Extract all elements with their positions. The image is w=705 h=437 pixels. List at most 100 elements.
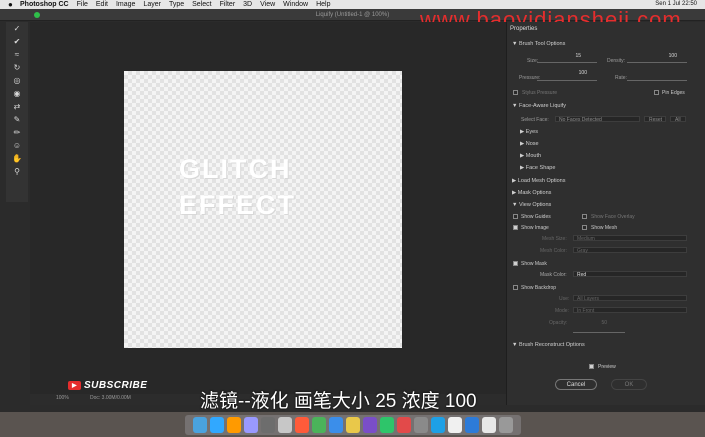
density-label: Density:: [607, 58, 626, 64]
rate-slider[interactable]: [627, 80, 687, 81]
photoshop-icon[interactable]: [209, 416, 224, 433]
section-face-shape[interactable]: ▶ Face Shape: [520, 165, 555, 171]
notes-icon[interactable]: [345, 416, 360, 433]
mask-color-value: Red: [577, 272, 587, 278]
show-image-checkbox[interactable]: [513, 225, 518, 230]
trash-icon[interactable]: [498, 416, 513, 433]
section-mask-options[interactable]: ▶ Mask Options: [512, 190, 551, 196]
app-icon-7[interactable]: [447, 416, 462, 433]
density-slider[interactable]: [627, 62, 687, 63]
canvas-text-line2: EFFECT: [179, 190, 296, 220]
mask-color-dropdown[interactable]: [573, 271, 687, 277]
pucker-icon[interactable]: ◎: [6, 74, 28, 87]
section-brush-tool-options-label: Brush Tool Options: [518, 41, 566, 47]
menu-app-name[interactable]: Photoshop CC: [20, 0, 69, 9]
app-icon-9[interactable]: [481, 416, 496, 433]
section-view-options[interactable]: ▼ View Options: [512, 202, 551, 208]
menu-select[interactable]: Select: [192, 0, 211, 9]
canvas-area[interactable]: GLITCH EFFECT: [30, 22, 506, 394]
app-icon-5[interactable]: [413, 416, 428, 433]
menu-view[interactable]: View: [260, 0, 275, 9]
ok-button[interactable]: OK: [611, 379, 647, 390]
menu-window[interactable]: Window: [283, 0, 308, 9]
mesh-color-dropdown[interactable]: [573, 247, 687, 253]
pin-edges-checkbox[interactable]: [654, 90, 659, 95]
menu-layer[interactable]: Layer: [143, 0, 161, 9]
show-face-overlay-checkbox[interactable]: [582, 214, 587, 219]
menu-3d[interactable]: 3D: [243, 0, 252, 9]
finder-icon[interactable]: [192, 416, 207, 433]
premiere-icon[interactable]: [243, 416, 258, 433]
app-icon-6[interactable]: [430, 416, 445, 433]
app-icon-8[interactable]: [464, 416, 479, 433]
menu-edit[interactable]: Edit: [96, 0, 108, 9]
safari-icon[interactable]: [328, 416, 343, 433]
app-icon-1[interactable]: [294, 416, 309, 433]
subscribe-badge: ▶ SUBSCRIBE: [68, 380, 147, 391]
freeze-mask-icon[interactable]: ✎: [6, 113, 28, 126]
section-eyes[interactable]: ▶ Eyes: [520, 129, 538, 135]
stylus-pressure-checkbox[interactable]: [513, 90, 518, 95]
section-mask-options-label: Mask Options: [517, 190, 552, 196]
menu-help[interactable]: Help: [316, 0, 330, 9]
size-value[interactable]: 15: [561, 53, 581, 59]
illustrator-icon[interactable]: [226, 416, 241, 433]
opacity-value[interactable]: 50: [587, 320, 607, 326]
face-tool-icon[interactable]: ☺: [6, 139, 28, 152]
density-value[interactable]: 100: [657, 53, 677, 59]
apple-icon[interactable]: ●: [8, 0, 16, 9]
menu-image[interactable]: Image: [116, 0, 135, 9]
show-mask-checkbox[interactable]: [513, 261, 518, 266]
thaw-mask-icon[interactable]: ✏: [6, 126, 28, 139]
show-mesh-checkbox[interactable]: [582, 225, 587, 230]
use-value: All Layers: [577, 296, 599, 302]
stylus-pressure-label: Stylus Pressure: [522, 90, 558, 96]
size-slider[interactable]: [537, 62, 597, 63]
twirl-icon[interactable]: ↻: [6, 61, 28, 74]
cancel-button[interactable]: Cancel: [555, 379, 597, 390]
section-view-options-label: View Options: [518, 202, 552, 208]
forward-warp-icon[interactable]: ✓: [6, 22, 28, 35]
section-brush-reconstruct[interactable]: ▼ Brush Reconstruct Options: [512, 342, 585, 348]
zoom-level[interactable]: 100%: [56, 395, 69, 401]
preview-checkbox[interactable]: [589, 364, 594, 369]
pressure-slider[interactable]: [537, 80, 597, 81]
app-icon-4[interactable]: [396, 416, 411, 433]
pin-edges-label: Pin Edges: [662, 90, 685, 96]
zoom-window-icon[interactable]: [34, 12, 40, 18]
menu-type[interactable]: Type: [169, 0, 184, 9]
smooth-icon[interactable]: ≈: [6, 48, 28, 61]
document-canvas[interactable]: GLITCH EFFECT: [124, 71, 402, 348]
section-brush-reconstruct-label: Brush Reconstruct Options: [518, 342, 585, 348]
push-left-icon[interactable]: ⇄: [6, 100, 28, 113]
section-load-mesh[interactable]: ▶ Load Mesh Options: [512, 178, 565, 184]
show-backdrop-checkbox[interactable]: [513, 285, 518, 290]
opacity-label: Opacity:: [549, 320, 568, 326]
subscribe-label: SUBSCRIBE: [84, 380, 148, 391]
section-brush-tool-options[interactable]: ▼ Brush Tool Options: [512, 41, 565, 47]
section-mouth[interactable]: ▶ Mouth: [520, 153, 541, 159]
menu-filter[interactable]: Filter: [220, 0, 236, 9]
system-prefs-icon[interactable]: [277, 416, 292, 433]
app-icon-3[interactable]: [379, 416, 394, 433]
mesh-size-value: Medium: [577, 236, 595, 242]
zoom-icon[interactable]: ⚲: [6, 165, 28, 178]
launchpad-icon[interactable]: [260, 416, 275, 433]
panel-title: Properties: [510, 26, 538, 32]
section-face-aware[interactable]: ▼ Face-Aware Liquify: [512, 103, 566, 109]
bloat-icon[interactable]: ◉: [6, 87, 28, 100]
hand-icon[interactable]: ✋: [6, 152, 28, 165]
section-nose-label: Nose: [525, 141, 539, 147]
section-load-mesh-label: Load Mesh Options: [517, 178, 566, 184]
reconstruct-icon[interactable]: ✔: [6, 35, 28, 48]
mask-color-label: Mask Color:: [540, 272, 567, 278]
opacity-slider[interactable]: [573, 332, 625, 333]
messages-icon[interactable]: [311, 416, 326, 433]
canvas-text-line1: GLITCH: [179, 154, 292, 184]
section-nose[interactable]: ▶ Nose: [520, 141, 539, 147]
pressure-value[interactable]: 100: [567, 70, 587, 76]
mesh-color-value: Gray: [577, 248, 588, 254]
app-icon-2[interactable]: [362, 416, 377, 433]
menu-file[interactable]: File: [77, 0, 88, 9]
show-guides-checkbox[interactable]: [513, 214, 518, 219]
